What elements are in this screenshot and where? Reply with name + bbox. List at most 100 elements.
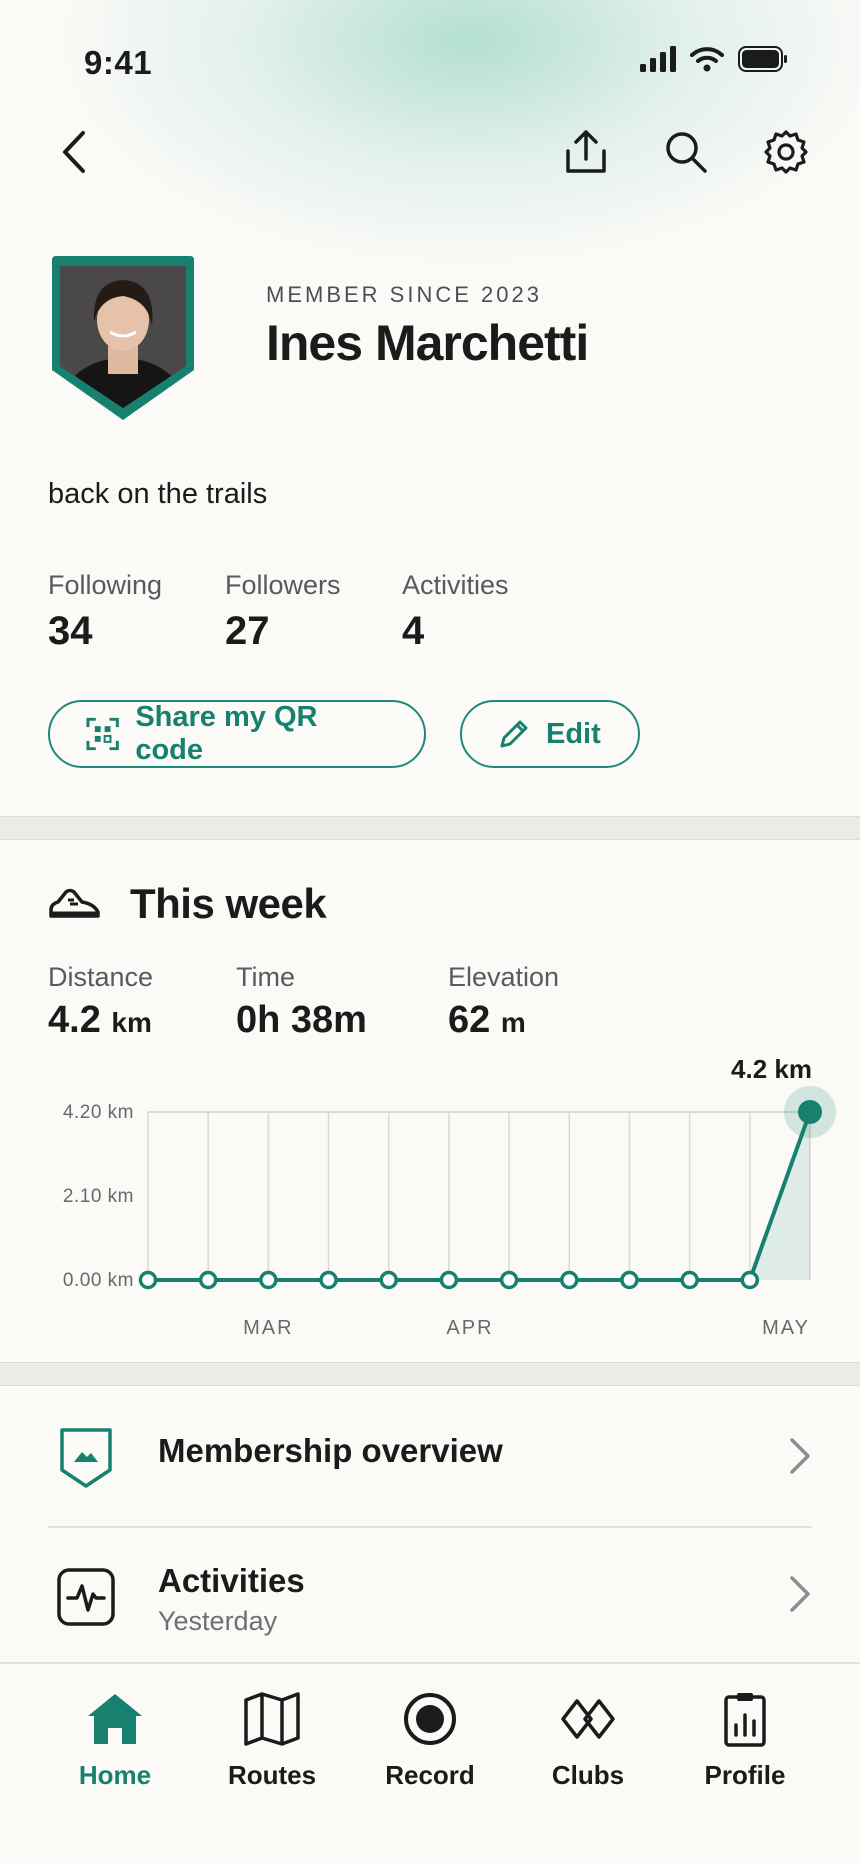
gear-icon bbox=[764, 130, 808, 174]
battery-icon bbox=[738, 46, 787, 72]
row-title: Activities bbox=[158, 1562, 305, 1599]
tab-label: Home bbox=[78, 1760, 152, 1790]
week-elevation: Elevation 62 m bbox=[448, 962, 648, 1042]
activity-pulse-icon bbox=[57, 1568, 115, 1626]
wifi-icon bbox=[690, 47, 724, 72]
data-point bbox=[620, 1270, 639, 1290]
tab-profile[interactable]: Profile bbox=[670, 1688, 820, 1791]
distance-label: Distance bbox=[48, 962, 154, 992]
membership-overview-row[interactable]: Membership overview bbox=[48, 1390, 812, 1526]
edit-profile-button[interactable]: Edit bbox=[460, 700, 640, 768]
activities-row[interactable]: Activities Yesterday bbox=[48, 1528, 812, 1664]
elevation-value: 62 m bbox=[448, 999, 526, 1041]
stat-label: Followers bbox=[225, 570, 341, 600]
row-subtitle: Yesterday bbox=[158, 1606, 278, 1636]
data-point bbox=[259, 1270, 278, 1290]
settings-button[interactable] bbox=[758, 124, 814, 180]
search-button[interactable] bbox=[658, 124, 714, 180]
share-qr-button[interactable]: Share my QR code bbox=[48, 700, 426, 768]
avatar[interactable] bbox=[48, 256, 198, 422]
bottom-tab-bar: Home Routes Record Clubs Profile bbox=[0, 1662, 860, 1864]
section-divider bbox=[0, 1362, 860, 1386]
chevron-left-icon bbox=[63, 131, 85, 173]
time-value: 0h 38m bbox=[236, 999, 367, 1041]
data-point bbox=[319, 1270, 338, 1290]
membership-badge-icon bbox=[60, 1428, 112, 1488]
qr-code-icon bbox=[86, 717, 119, 751]
x-axis-label: MAY bbox=[762, 1317, 810, 1339]
chevron-right-icon bbox=[790, 1576, 810, 1612]
tab-clubs[interactable]: Clubs bbox=[513, 1688, 663, 1791]
this-week-title: This week bbox=[130, 880, 327, 927]
data-point bbox=[198, 1270, 218, 1290]
elevation-label: Elevation bbox=[448, 962, 560, 992]
x-axis-label: MAR bbox=[243, 1317, 293, 1339]
record-icon bbox=[404, 1693, 456, 1745]
share-button[interactable] bbox=[558, 124, 614, 180]
x-axis-label: APR bbox=[446, 1317, 493, 1339]
tab-label: Routes bbox=[227, 1760, 317, 1790]
stat-following[interactable]: Following 34 bbox=[48, 570, 225, 654]
stat-label: Activities bbox=[402, 570, 509, 600]
status-time: 9:41 bbox=[84, 44, 153, 81]
status-bar: 9:41 bbox=[0, 40, 860, 84]
data-label-current: 4.2 km bbox=[731, 1054, 812, 1084]
tab-routes[interactable]: Routes bbox=[197, 1688, 347, 1791]
data-point bbox=[379, 1270, 398, 1290]
profile-bio: back on the trails bbox=[48, 478, 268, 510]
section-divider bbox=[0, 816, 860, 840]
stat-followers[interactable]: Followers 27 bbox=[225, 570, 402, 654]
y-tick-label: 2.10 km bbox=[63, 1186, 134, 1207]
data-point bbox=[439, 1270, 459, 1290]
share-icon bbox=[566, 130, 606, 173]
data-point bbox=[740, 1270, 760, 1290]
pencil-icon bbox=[500, 720, 528, 748]
clubs-icon bbox=[561, 1699, 615, 1739]
edit-label: Edit bbox=[546, 717, 601, 750]
series-line bbox=[148, 1111, 812, 1282]
profile-header: MEMBER SINCE 2023 Ines Marchetti bbox=[48, 256, 818, 426]
tab-label: Clubs bbox=[551, 1760, 625, 1790]
profile-name: Ines Marchetti bbox=[266, 315, 589, 371]
member-since: MEMBER SINCE 2023 bbox=[266, 282, 542, 307]
y-tick-label: 0.00 km bbox=[63, 1270, 134, 1291]
share-qr-label: Share my QR code bbox=[135, 701, 318, 766]
stat-value: 34 bbox=[48, 609, 93, 653]
home-icon bbox=[88, 1694, 142, 1744]
search-icon bbox=[666, 132, 707, 173]
tab-label: Record bbox=[385, 1760, 475, 1790]
avatar-badge bbox=[52, 256, 194, 420]
week-time: Time 0h 38m bbox=[236, 962, 448, 1042]
week-distance: Distance 4.2 km bbox=[48, 962, 236, 1042]
this-week-header: This week bbox=[48, 880, 327, 928]
profile-actions: Share my QR code Edit bbox=[48, 700, 640, 768]
data-point bbox=[560, 1270, 579, 1290]
tab-home[interactable]: Home bbox=[40, 1688, 190, 1791]
y-tick-label: 4.20 km bbox=[63, 1102, 134, 1123]
stat-value: 4 bbox=[402, 609, 425, 653]
hiking-shoe-icon bbox=[49, 888, 100, 918]
distance-value: 4.2 km bbox=[48, 999, 152, 1041]
row-title: Membership overview bbox=[158, 1432, 503, 1469]
weekly-distance-chart: 4.20 km 2.10 km 0.00 km MAR APR MAY 4.2 km bbox=[40, 1040, 840, 1340]
data-point bbox=[138, 1270, 158, 1290]
stat-activities[interactable]: Activities 4 bbox=[402, 570, 579, 654]
tab-label: Profile bbox=[704, 1760, 786, 1790]
chart-svg: 4.20 km 2.10 km 0.00 km MAR APR MAY 4.2 km bbox=[63, 1054, 836, 1339]
data-point bbox=[499, 1270, 519, 1290]
status-icons bbox=[640, 46, 788, 72]
profile-stats: Following 34 Followers 27 Activities 4 bbox=[48, 570, 579, 654]
map-icon bbox=[244, 1692, 300, 1746]
stat-value: 27 bbox=[225, 609, 270, 653]
data-point bbox=[680, 1270, 699, 1290]
week-stats: Distance 4.2 km Time 0h 38m Elevation 62… bbox=[48, 962, 648, 1042]
tab-record[interactable]: Record bbox=[355, 1688, 505, 1791]
top-bar bbox=[0, 124, 860, 184]
stat-label: Following bbox=[48, 570, 163, 600]
clipboard-chart-icon bbox=[724, 1693, 766, 1747]
chevron-right-icon bbox=[790, 1438, 810, 1474]
back-button[interactable] bbox=[46, 124, 102, 180]
time-label: Time bbox=[236, 962, 295, 992]
signal-icon bbox=[640, 46, 676, 72]
data-point-current bbox=[798, 1100, 822, 1124]
